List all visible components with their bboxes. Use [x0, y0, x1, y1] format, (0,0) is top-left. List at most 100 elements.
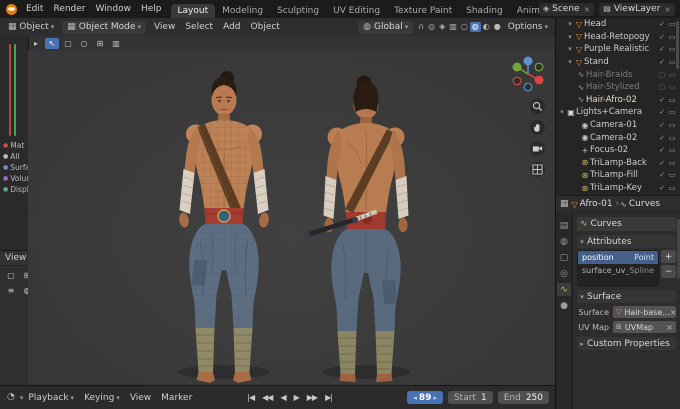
viewlayer-unlink-icon[interactable]: × [664, 5, 671, 14]
uvmap-field[interactable]: ⊞ UVMap × [613, 321, 676, 333]
editor-type-menu[interactable]: ▦ Object ▾ [3, 22, 59, 32]
outliner-item-hair-braids[interactable]: ∿ Hair-Braids ▢ ▭ [556, 68, 680, 81]
menu-add[interactable]: Add [218, 22, 245, 32]
menu-keying[interactable]: Keying ▾ [79, 393, 125, 403]
outliner-item-trilamp-back[interactable]: ⊛ TriLamp-Back ✓ ▭ [556, 157, 680, 170]
left-panel-item-all[interactable]: ● All [0, 151, 28, 162]
tab-modifiers-icon[interactable]: ◎ [557, 267, 571, 280]
toggle-ortho-icon[interactable] [530, 162, 545, 177]
play-button[interactable]: ▶ [290, 393, 303, 402]
menu-select[interactable]: Select [180, 22, 218, 32]
jump-to-end-button[interactable]: ▶| [321, 393, 336, 402]
outliner-item-camera-01[interactable]: ◉ Camera-01 ✓ ▭ [556, 119, 680, 132]
outliner-item-hair-stylized[interactable]: ∿ Hair-Stylized ▢ ▭ [556, 81, 680, 94]
menu-timeline-view[interactable]: View [125, 393, 156, 403]
left-panel-item-display[interactable]: ●Display [0, 184, 28, 195]
tab-material-icon[interactable]: ● [557, 299, 571, 312]
zoom-icon[interactable] [530, 99, 545, 114]
shading-material-icon[interactable]: ◐ [481, 22, 492, 32]
tab-object-data-icon[interactable]: ∿ [557, 283, 571, 296]
menu-edit[interactable]: Edit [21, 4, 48, 14]
menu-view[interactable]: View [149, 22, 180, 32]
outliner-item-trilamp-fill[interactable]: ⊛ TriLamp-Fill ✓ ▭ [556, 169, 680, 182]
menu-help[interactable]: Help [136, 4, 167, 14]
data-id-block[interactable]: ∿ Curves [577, 217, 676, 231]
frame-end-field[interactable]: End 250 [497, 391, 549, 404]
remove-attribute-button[interactable]: − [661, 265, 676, 278]
show-gizmo-icon[interactable]: ◈ [437, 22, 447, 32]
workspace-tab-layout[interactable]: Layout [170, 4, 216, 18]
left-panel-item-volume[interactable]: ●Volume [0, 173, 28, 184]
workspace-tab-sculpting[interactable]: Sculpting [270, 4, 326, 18]
menu-window[interactable]: Window [90, 4, 136, 14]
next-keyframe-button[interactable]: ▶▶ [303, 393, 321, 402]
tab-render-icon[interactable]: ▤ [557, 219, 571, 232]
panel-surface-header[interactable]: ▾ Surface [577, 290, 676, 303]
mini-tool-1-icon[interactable]: ▢ [4, 270, 18, 281]
breadcrumb-object[interactable]: Afro-01 [580, 199, 613, 209]
expand-tool-settings-icon[interactable]: ▸ [29, 38, 43, 49]
outliner-item-purple-realistic[interactable]: ▾ ▽ Purple Realistic ✓ ▭ [556, 43, 680, 56]
shading-wireframe-icon[interactable]: ○ [459, 22, 470, 32]
jump-to-start-button[interactable]: |◀ [243, 393, 258, 402]
left-panel-item-surface[interactable]: ●Surface [0, 162, 28, 173]
menu-object[interactable]: Object [246, 22, 285, 32]
mini-tool-5-icon[interactable]: ≡ [4, 285, 18, 296]
mode-selector[interactable]: ▦ Object Mode ▾ [62, 20, 146, 34]
breadcrumb-data[interactable]: Curves [629, 199, 660, 209]
workspace-tab-uv-editing[interactable]: UV Editing [326, 4, 387, 18]
shading-solid-icon[interactable]: ◍ [469, 22, 481, 32]
scene-selector[interactable]: ◈ Scene × [538, 2, 595, 16]
outliner-item-camera-02[interactable]: ◉ Camera-02 ✓ ▭ [556, 131, 680, 144]
navigation-gizmo[interactable] [509, 54, 547, 95]
viewlayer-selector[interactable]: ▤ ViewLayer × [599, 2, 675, 16]
blender-logo-icon[interactable] [6, 3, 17, 15]
pan-hand-icon[interactable] [530, 120, 545, 135]
snap-magnet-icon[interactable]: ∩ [416, 22, 426, 32]
clear-uvmap-icon[interactable]: × [666, 323, 673, 332]
tool-option-2-icon[interactable]: ○ [77, 38, 91, 49]
play-reverse-button[interactable]: ◀ [276, 393, 289, 402]
workspace-tab-modeling[interactable]: Modeling [215, 4, 270, 18]
prev-keyframe-button[interactable]: ◀◀ [258, 393, 276, 402]
frame-increment-icon[interactable]: ▸ [431, 394, 439, 402]
frame-start-field[interactable]: Start 1 [447, 391, 493, 404]
tab-object-icon[interactable]: ▢ [557, 251, 571, 264]
outliner-item-stand[interactable]: ▾ ▽ Stand ✓ ▭ [556, 56, 680, 69]
outliner-item-head-retopogy[interactable]: ▾ ▽ Head-Retopogy ✓ ▭ [556, 31, 680, 44]
outliner-item-trilamp-key[interactable]: ⊛ TriLamp-Key ✓ ▭ [556, 182, 680, 195]
menu-marker[interactable]: Marker [156, 393, 197, 403]
workspace-tab-animation[interactable]: Animation [510, 4, 539, 18]
left-panel-item-mat[interactable]: ● Mat [0, 140, 28, 151]
tab-scene-icon[interactable]: ◍ [557, 235, 571, 248]
shading-rendered-icon[interactable]: ● [492, 22, 503, 32]
current-frame-field[interactable]: ◂ 89 ▸ [407, 391, 443, 404]
panel-custom-properties-header[interactable]: ▸ Custom Properties [577, 337, 676, 350]
outliner-item-focus-02[interactable]: + Focus-02 ✓ ▭ [556, 144, 680, 157]
timeline-editor-type-icon[interactable]: ◔ [4, 393, 18, 402]
clear-surface-icon[interactable]: × [670, 308, 676, 317]
proportional-edit-icon[interactable]: ◎ [426, 22, 437, 32]
menu-render[interactable]: Render [48, 4, 90, 14]
panel-attributes-header[interactable]: ▾ Attributes [577, 235, 676, 248]
outliner-scrollbar[interactable] [676, 21, 679, 69]
active-tool-select-box-icon[interactable]: ↖ [45, 37, 59, 49]
attribute-row-surface-uv[interactable]: surface_uv_coor... Spline [578, 264, 658, 277]
viewport-canvas[interactable] [28, 50, 555, 385]
workspace-tab-shading[interactable]: Shading [459, 4, 510, 18]
add-attribute-button[interactable]: + [661, 250, 676, 263]
workspace-tab-texture-paint[interactable]: Texture Paint [387, 4, 459, 18]
mini-menu-view[interactable]: View [0, 253, 31, 263]
attribute-row-position[interactable]: position Point [578, 251, 658, 264]
surface-object-field[interactable]: ▽ Hair-base... × [613, 306, 676, 318]
options-menu[interactable]: Options ▾ [503, 22, 553, 32]
tool-option-1-icon[interactable]: ▢ [61, 38, 75, 49]
tool-option-3-icon[interactable]: ⊞ [93, 38, 107, 49]
show-overlays-icon[interactable]: ▥ [447, 22, 459, 32]
outliner-item-lights-camera[interactable]: ▾ ▣ Lights+Camera ✓ ▭ [556, 106, 680, 119]
outliner-item-hair-afro-02[interactable]: ∿ Hair-Afro-02 ✓ ▭ [556, 94, 680, 107]
menu-playback[interactable]: Playback ▾ [23, 393, 79, 403]
frame-decrement-icon[interactable]: ◂ [411, 394, 419, 402]
transform-orientation-selector[interactable]: ◍ Global ▾ [358, 20, 414, 34]
scene-unlink-icon[interactable]: × [584, 5, 591, 14]
